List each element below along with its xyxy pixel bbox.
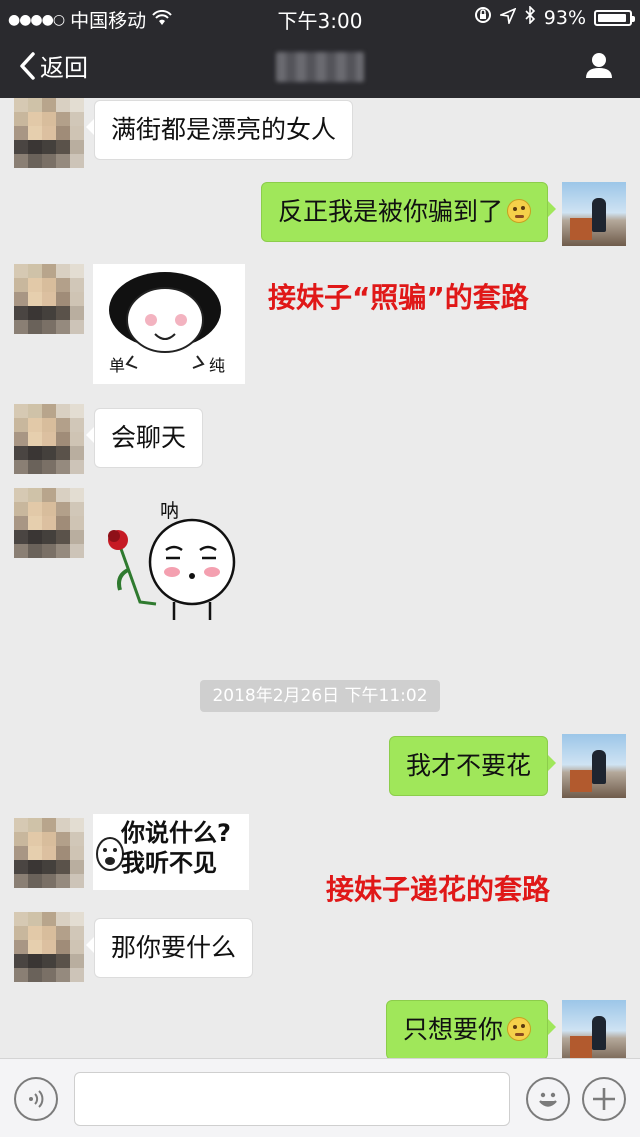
message-input[interactable]	[74, 1072, 510, 1126]
battery-percent: 93%	[543, 6, 586, 29]
chevron-left-icon	[20, 51, 35, 80]
message-bubble[interactable]: 我才不要花	[388, 736, 557, 796]
avatar[interactable]	[14, 818, 84, 888]
sticker-message[interactable]: 呐	[100, 492, 250, 632]
smiley-icon	[539, 1092, 557, 1107]
bluetooth-icon	[524, 5, 536, 29]
doubt-emoji-icon	[507, 1017, 531, 1041]
contact-name-blurred	[276, 52, 364, 82]
message-text: 我才不要花	[405, 751, 531, 780]
message-text: 只想要你	[402, 1015, 503, 1044]
plus-icon	[593, 1088, 615, 1110]
avatar[interactable]	[14, 488, 84, 558]
message-bubble[interactable]: 那你要什么	[85, 918, 254, 978]
rotation-lock-icon	[474, 6, 492, 29]
my-avatar[interactable]	[562, 734, 626, 798]
sticker-text-right: 纯	[209, 356, 226, 375]
sticker-message[interactable]: 你说什么? 我听不见	[93, 814, 249, 890]
annotation-caption: 接妹子“照骗”的套路	[268, 281, 529, 314]
avatar[interactable]	[14, 912, 84, 982]
message-text: 反正我是被你骗到了	[277, 197, 503, 226]
sticker-text-top: 呐	[160, 500, 180, 522]
voice-toggle-button[interactable]	[14, 1077, 58, 1121]
annotation-caption: 接妹子递花的套路	[326, 873, 551, 906]
message-text: 那你要什么	[111, 933, 237, 962]
my-avatar[interactable]	[562, 182, 626, 246]
message-bubble[interactable]: 反正我是被你骗到了	[260, 182, 557, 242]
message-bubble[interactable]: 会聊天	[85, 408, 204, 468]
message-bubble[interactable]: 只想要你	[385, 1000, 557, 1058]
nav-bar: 返回	[0, 34, 640, 98]
sticker-text-left: 单	[109, 356, 126, 375]
status-bar: ●●●●○ 中国移动 下午3:00 93%	[0, 0, 640, 34]
location-icon	[497, 6, 517, 29]
sticker-message[interactable]: 单 纯	[93, 264, 245, 384]
contact-info-icon[interactable]	[584, 50, 614, 84]
chat-area[interactable]: 满街都是漂亮的女人 反正我是被你骗到了 单 纯 接妹子“照骗”的套路 会聊天 呐…	[0, 98, 640, 1058]
my-avatar[interactable]	[562, 1000, 626, 1058]
back-button[interactable]: 返回	[18, 48, 88, 83]
input-bar	[0, 1058, 640, 1137]
doubt-emoji-icon	[507, 199, 531, 223]
message-text: 会聊天	[111, 423, 187, 452]
message-text: 满街都是漂亮的女人	[111, 115, 337, 144]
message-bubble[interactable]: 满街都是漂亮的女人	[85, 100, 354, 160]
timestamp-divider: 2018年2月26日 下午11:02	[200, 680, 440, 712]
more-button[interactable]	[582, 1077, 626, 1121]
avatar[interactable]	[14, 404, 84, 474]
avatar[interactable]	[14, 98, 84, 168]
avatar[interactable]	[14, 264, 84, 334]
sticker-text: 你说什么? 我听不见	[121, 819, 231, 877]
battery-icon	[594, 9, 635, 26]
emoji-button[interactable]	[526, 1077, 570, 1121]
voice-icon	[29, 1090, 44, 1108]
back-label: 返回	[40, 54, 88, 82]
